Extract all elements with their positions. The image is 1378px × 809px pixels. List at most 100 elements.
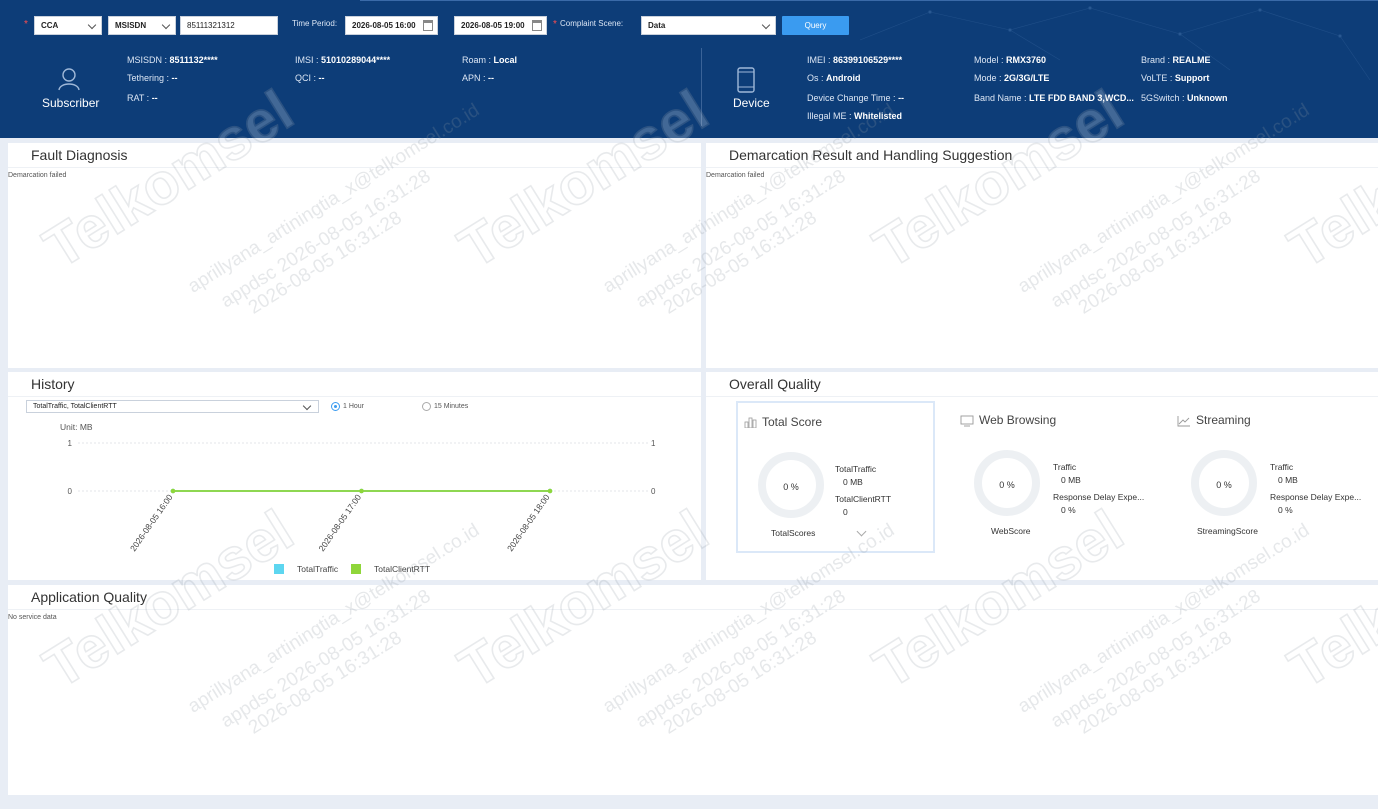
web-traffic-value: 0 MB bbox=[1061, 475, 1081, 485]
cca-select-value: CCA bbox=[41, 21, 59, 30]
end-time-value: 2026-08-05 19:00 bbox=[461, 21, 525, 30]
header-divider bbox=[701, 48, 702, 126]
demarcation-note: Demarcation failed bbox=[706, 172, 765, 179]
id-type-select[interactable]: MSISDN bbox=[108, 16, 176, 35]
panel-divider bbox=[8, 609, 1378, 610]
subscriber-imsi: IMSI : 51010289044**** bbox=[295, 55, 391, 65]
application-quality-panel: Application Quality No service data bbox=[8, 585, 1378, 795]
application-quality-title: Application Quality bbox=[31, 589, 147, 605]
start-time-input[interactable]: 2026-08-05 16:00 bbox=[345, 16, 438, 35]
streaming-score-label: StreamingScore bbox=[1197, 526, 1258, 536]
total-traffic-label: TotalTraffic bbox=[835, 464, 877, 474]
end-time-input[interactable]: 2026-08-05 19:00 bbox=[454, 16, 547, 35]
complaint-scene-value: Data bbox=[648, 21, 666, 30]
overall-quality-panel: Overall Quality Total Score 0 % TotalTra… bbox=[706, 372, 1378, 580]
chevron-down-icon bbox=[302, 401, 312, 411]
chevron-down-icon bbox=[761, 20, 771, 30]
device-change-time: Device Change Time : -- bbox=[807, 93, 905, 103]
device-band-name: Band Name : LTE FDD BAND 3,WCD... bbox=[974, 93, 1134, 103]
query-header: * CCA MSISDN 85111321312 Time Period: 20… bbox=[0, 0, 1378, 138]
subscriber-qci: QCI : -- bbox=[295, 73, 325, 83]
legend-swatch-TotalTraffic[interactable] bbox=[274, 564, 284, 574]
data-point-TotalClientRTT[interactable] bbox=[359, 488, 364, 494]
x-tick-label: 2026-08-05 17:00 bbox=[316, 492, 363, 553]
radio-1-hour-label: 1 Hour bbox=[343, 403, 365, 410]
y-tick-label-left: 1 bbox=[68, 439, 73, 448]
monitor-icon bbox=[960, 415, 974, 427]
radio-15-minutes[interactable] bbox=[422, 402, 431, 411]
total-client-rtt-label: TotalClientRTT bbox=[835, 494, 892, 504]
metric-select[interactable]: TotalTraffic, TotalClientRTT bbox=[26, 400, 319, 413]
history-title: History bbox=[31, 376, 75, 392]
x-tick-label: 2026-08-05 16:00 bbox=[128, 492, 175, 553]
fault-diagnosis-note: Demarcation failed bbox=[8, 172, 67, 179]
web-response-delay-value: 0 % bbox=[1061, 505, 1076, 515]
panel-divider bbox=[706, 167, 1378, 168]
history-chart: 1 1 0 0 2026-08-05 16:00 2026-08-05 17:00 2026… bbox=[68, 439, 656, 574]
radio-1-hour[interactable] bbox=[331, 402, 340, 411]
streaming-traffic-label: Traffic bbox=[1270, 462, 1294, 472]
streaming-response-delay-value: 0 % bbox=[1278, 505, 1293, 515]
subscriber-roam: Roam : Local bbox=[462, 55, 518, 65]
streaming-traffic-value: 0 MB bbox=[1278, 475, 1298, 485]
legend-label-TotalClientRTT[interactable]: TotalClientRTT bbox=[374, 564, 430, 574]
x-tick-label: 2026-08-05 18:00 bbox=[505, 492, 552, 553]
streaming-response-delay-label: Response Delay Expe... bbox=[1270, 492, 1362, 502]
web-score-value: 0 % bbox=[999, 480, 1015, 490]
cca-select[interactable]: CCA bbox=[34, 16, 102, 35]
required-mark: * bbox=[24, 19, 28, 30]
phone-icon bbox=[737, 67, 755, 93]
device-mode: Mode : 2G/3G/LTE bbox=[974, 73, 1050, 83]
total-score-card[interactable]: Total Score 0 % TotalTraffic 0 MB TotalC… bbox=[736, 401, 935, 553]
device-os: Os : Android bbox=[807, 73, 861, 83]
total-scores-label: TotalScores bbox=[771, 528, 816, 538]
total-score-value: 0 % bbox=[783, 482, 799, 492]
panel-divider bbox=[706, 396, 1378, 397]
web-response-delay-label: Response Delay Expe... bbox=[1053, 492, 1145, 502]
streaming-title: Streaming bbox=[1196, 413, 1251, 427]
subscriber-rat: RAT : -- bbox=[127, 93, 158, 103]
web-browsing-title: Web Browsing bbox=[979, 413, 1057, 427]
total-traffic-value: 0 MB bbox=[843, 477, 863, 487]
chevron-down-icon bbox=[161, 20, 171, 30]
device-volte: VoLTE : Support bbox=[1141, 73, 1210, 83]
history-panel: History TotalTraffic, TotalClientRTT 1 H… bbox=[8, 372, 701, 580]
complaint-scene-label: Complaint Scene: bbox=[560, 19, 624, 28]
bar-chart-icon bbox=[744, 417, 757, 428]
streaming-score-value: 0 % bbox=[1216, 480, 1232, 490]
device-5gswitch: 5GSwitch : Unknown bbox=[1141, 93, 1228, 103]
id-type-select-value: MSISDN bbox=[115, 21, 147, 30]
web-browsing-card[interactable]: Web Browsing 0 % Traffic 0 MB Response D… bbox=[954, 401, 1154, 553]
data-point-TotalClientRTT[interactable] bbox=[547, 488, 553, 494]
chevron-down-icon[interactable] bbox=[856, 526, 867, 537]
data-point-TotalClientRTT[interactable] bbox=[170, 488, 176, 494]
panel-divider bbox=[8, 396, 701, 397]
total-client-rtt-value: 0 bbox=[843, 507, 848, 517]
total-score-title: Total Score bbox=[762, 415, 823, 429]
fault-diagnosis-title: Fault Diagnosis bbox=[31, 147, 128, 163]
web-score-label: WebScore bbox=[991, 526, 1031, 536]
web-traffic-label: Traffic bbox=[1053, 462, 1077, 472]
demarcation-title: Demarcation Result and Handling Suggesti… bbox=[729, 147, 1013, 163]
calendar-icon bbox=[423, 20, 433, 31]
complaint-scene-select[interactable]: Data bbox=[641, 16, 776, 35]
demarcation-panel: Demarcation Result and Handling Suggesti… bbox=[706, 143, 1378, 368]
streaming-card[interactable]: Streaming 0 % Traffic 0 MB Response Dela… bbox=[1171, 401, 1376, 553]
legend-label-TotalTraffic[interactable]: TotalTraffic bbox=[297, 564, 339, 574]
device-imei: IMEI : 86399106529**** bbox=[807, 55, 903, 65]
chevron-down-icon bbox=[87, 20, 97, 30]
msisdn-input[interactable]: 85111321312 bbox=[180, 16, 278, 35]
line-chart-icon bbox=[1177, 416, 1190, 427]
application-quality-note: No service data bbox=[8, 614, 57, 621]
y-tick-label-left: 0 bbox=[68, 487, 73, 496]
subscriber-msisdn: MSISDN : 8511132**** bbox=[127, 55, 218, 65]
calendar-icon bbox=[532, 20, 542, 31]
device-illegal-me: Illegal ME : Whitelisted bbox=[807, 111, 903, 121]
top-edge bbox=[360, 0, 1378, 1]
required-mark: * bbox=[553, 19, 557, 30]
query-bar: * CCA MSISDN 85111321312 Time Period: 20… bbox=[0, 16, 1378, 36]
legend-swatch-TotalClientRTT[interactable] bbox=[351, 564, 361, 574]
start-time-value: 2026-08-05 16:00 bbox=[352, 21, 416, 30]
radio-15-minutes-label: 15 Minutes bbox=[434, 403, 469, 410]
query-button[interactable]: Query bbox=[782, 16, 849, 35]
